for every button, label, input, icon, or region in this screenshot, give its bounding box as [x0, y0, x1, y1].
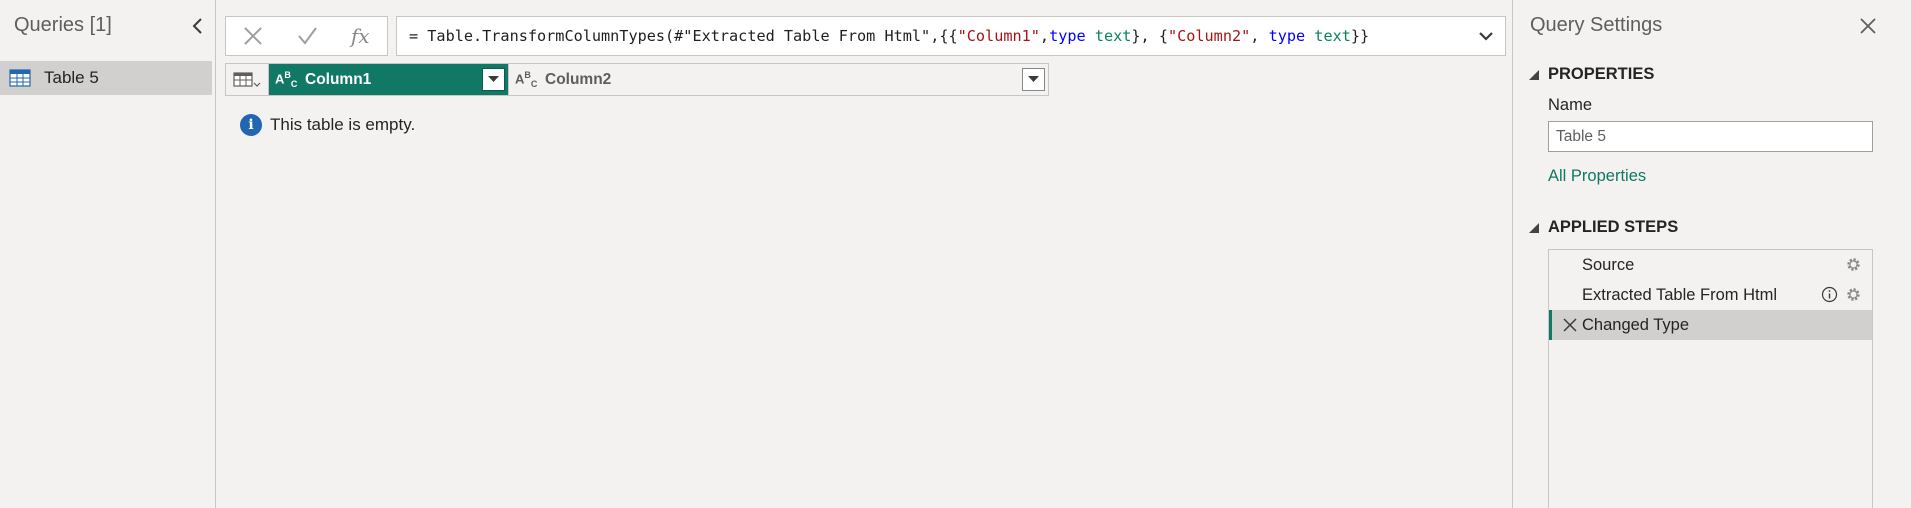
formula-token: , — [1039, 27, 1050, 45]
formula-token: type — [1049, 27, 1086, 45]
column-filter-button[interactable] — [1022, 68, 1045, 91]
caret-down-icon — [488, 76, 499, 82]
info-circle-icon[interactable] — [1821, 286, 1838, 303]
empty-message-text: This table is empty. — [270, 115, 416, 134]
confirm-formula-button[interactable] — [280, 17, 334, 55]
close-settings-button[interactable] — [1856, 14, 1880, 38]
formula-token: }, { — [1131, 27, 1168, 45]
name-label: Name — [1548, 96, 1593, 114]
expand-formula-button[interactable] — [1472, 22, 1500, 50]
queries-header: Queries [1] — [14, 14, 112, 36]
query-item-label: Table 5 — [44, 68, 99, 87]
cancel-formula-button[interactable] — [226, 17, 280, 55]
table-menu-button[interactable] — [226, 64, 269, 95]
properties-section-toggle[interactable]: PROPERTIES — [1529, 65, 1654, 84]
info-icon: i — [240, 114, 262, 136]
query-name-input[interactable] — [1548, 121, 1873, 152]
column-filter-button[interactable] — [482, 68, 505, 91]
query-settings-pane: Query Settings PROPERTIES Name All Prope… — [1512, 0, 1911, 508]
grid-header: ABC Column1 ABC Column2 — [225, 63, 1049, 96]
delete-step-icon[interactable] — [1562, 317, 1578, 333]
query-item-table-5[interactable]: Table 5 — [0, 61, 212, 95]
formula-token: = Table.TransformColumnTypes(#"Extracted… — [409, 27, 958, 45]
step-source[interactable]: Source — [1549, 250, 1872, 280]
text-type-icon[interactable]: ABC — [275, 70, 301, 89]
chevron-left-icon — [192, 18, 202, 34]
caret-down-icon — [1028, 76, 1039, 82]
formula-buttons: fx — [225, 16, 388, 56]
formula-input[interactable]: = Table.TransformColumnTypes(#"Extracted… — [396, 16, 1506, 56]
queries-pane: Queries [1] Table 5 — [0, 0, 216, 508]
gear-icon[interactable] — [1845, 256, 1862, 273]
collapse-triangle-icon — [1529, 222, 1539, 233]
formula-token: type — [1268, 27, 1306, 45]
applied-steps-title: APPLIED STEPS — [1548, 218, 1679, 236]
step-label: Source — [1582, 255, 1635, 274]
collapse-pane-button[interactable] — [188, 16, 208, 36]
close-icon — [244, 27, 262, 45]
all-properties-link[interactable]: All Properties — [1548, 167, 1646, 186]
properties-title: PROPERTIES — [1548, 65, 1655, 83]
applied-steps-section-toggle[interactable]: APPLIED STEPS — [1529, 218, 1678, 237]
step-changed-type[interactable]: Changed Type — [1549, 310, 1872, 340]
text-type-icon[interactable]: ABC — [515, 70, 541, 89]
formula-token — [1086, 27, 1095, 45]
fx-icon: fx — [350, 24, 370, 48]
checkmark-icon — [297, 27, 317, 45]
close-icon — [1860, 18, 1876, 34]
formula-token: "Column1" — [957, 27, 1040, 45]
empty-table-message: i This table is empty. — [240, 114, 415, 136]
table-menu-icon — [233, 71, 261, 87]
collapse-triangle-icon — [1529, 69, 1539, 80]
formula-token: }} — [1350, 27, 1370, 45]
step-label: Extracted Table From Html — [1582, 285, 1778, 304]
formula-token — [1305, 27, 1314, 45]
formula-token: text — [1314, 27, 1351, 45]
column-name: Column1 — [305, 70, 372, 88]
table-icon — [9, 69, 31, 87]
formula-token: , — [1250, 27, 1269, 45]
settings-title: Query Settings — [1530, 14, 1663, 36]
column-header-column1[interactable]: ABC Column1 — [269, 64, 508, 95]
formula-token: "Column2" — [1167, 27, 1251, 45]
chevron-down-icon — [1479, 32, 1493, 41]
fx-button[interactable]: fx — [333, 17, 387, 55]
formula-token: text — [1094, 27, 1132, 45]
column-header-column2[interactable]: ABC Column2 — [508, 64, 1048, 95]
gear-icon[interactable] — [1845, 286, 1862, 303]
column-name: Column2 — [545, 70, 612, 88]
applied-steps-list: Source Extracted Table From Html Changed… — [1548, 249, 1873, 508]
step-extracted-table-from-html[interactable]: Extracted Table From Html — [1549, 280, 1872, 310]
step-label: Changed Type — [1582, 315, 1690, 334]
